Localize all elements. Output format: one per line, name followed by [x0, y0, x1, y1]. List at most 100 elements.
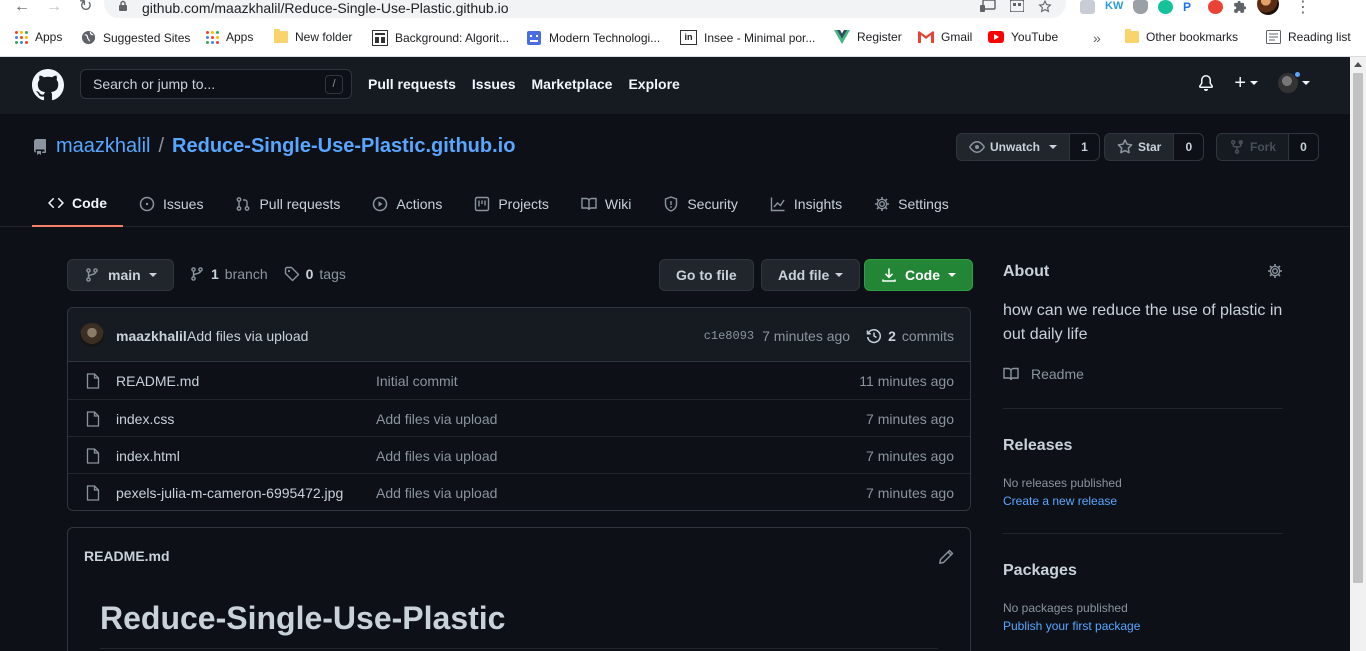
back-arrow-icon[interactable]: ← — [14, 0, 30, 15]
file-commit-message[interactable]: Add files via upload — [376, 448, 497, 464]
bell-icon[interactable] — [1198, 75, 1214, 91]
page-scrollbar[interactable] — [1350, 57, 1366, 651]
go-to-file-button[interactable]: Go to file — [659, 259, 754, 291]
file-commit-message[interactable]: Add files via upload — [376, 411, 497, 427]
file-row: index.css Add files via upload 7 minutes… — [68, 399, 970, 436]
commit-message[interactable]: Add files via upload — [187, 328, 308, 344]
shield-extension-icon[interactable] — [1133, 0, 1148, 14]
file-icon — [86, 448, 100, 464]
add-file-button[interactable]: Add file — [761, 259, 861, 291]
watch-count[interactable]: 1 — [1070, 133, 1101, 161]
tab-wiki[interactable]: Wiki — [565, 181, 647, 227]
code-download-button[interactable]: Code — [864, 259, 973, 291]
tag-icon — [284, 266, 300, 282]
fork-button[interactable]: Fork — [1216, 133, 1290, 161]
keywords-extension-icon[interactable]: KW — [1105, 0, 1123, 14]
repo-owner-link[interactable]: maazkhalil — [56, 135, 150, 158]
avatar[interactable] — [80, 323, 104, 347]
file-name-link[interactable]: README.md — [116, 373, 199, 389]
download-icon — [881, 267, 897, 283]
tab-insights[interactable]: Insights — [754, 181, 858, 227]
bookmark-new-folder[interactable]: New folder — [274, 29, 352, 44]
grammarly-icon[interactable] — [1158, 0, 1173, 14]
scrollbar-thumb[interactable] — [1353, 73, 1363, 583]
bookmark-apps-2[interactable]: Apps — [206, 30, 253, 44]
bookmark-insee[interactable]: in Insee - Minimal por... — [680, 30, 815, 45]
forward-arrow-icon[interactable]: → — [46, 0, 62, 15]
tab-projects[interactable]: Projects — [458, 181, 565, 227]
create-new-dropdown[interactable]: + — [1234, 73, 1258, 93]
chevron-down-icon — [1250, 81, 1258, 85]
file-name-link[interactable]: index.css — [116, 411, 174, 427]
create-release-link[interactable]: Create a new release — [1003, 494, 1117, 508]
bookmark-register[interactable]: Register — [834, 30, 902, 44]
github-logo-icon[interactable] — [32, 69, 64, 101]
readme-link[interactable]: Readme — [1003, 366, 1084, 382]
browser-toolbar: ← → ↻ github.com/maazkhalil/Reduce-Singl… — [0, 0, 1366, 20]
folder-icon — [1125, 29, 1139, 43]
commit-author[interactable]: maazkhalil — [116, 328, 187, 344]
unwatch-button[interactable]: Unwatch — [956, 133, 1071, 161]
commit-sha[interactable]: c1e8093 — [704, 329, 754, 343]
tab-issues[interactable]: Issues — [123, 181, 219, 227]
reading-list[interactable]: Reading list — [1266, 30, 1351, 44]
nav-issues[interactable]: Issues — [472, 76, 516, 92]
scroll-up-arrow-icon[interactable] — [1354, 62, 1362, 67]
robot-icon — [526, 30, 542, 46]
file-name-link[interactable]: pexels-julia-m-cameron-6995472.jpg — [116, 485, 343, 501]
repo-separator: / — [158, 135, 165, 157]
graph-icon — [770, 196, 786, 212]
tab-settings[interactable]: Settings — [858, 181, 965, 227]
releases-heading[interactable]: Releases — [1003, 437, 1072, 455]
puzzle-extensions-icon[interactable] — [1233, 0, 1247, 14]
tab-security[interactable]: Security — [647, 181, 754, 227]
reload-icon[interactable]: ↻ — [79, 0, 92, 15]
branch-select-button[interactable]: main — [67, 259, 174, 291]
bookmark-apps[interactable]: Apps — [15, 30, 62, 44]
bookmark-suggested-sites[interactable]: Suggested Sites — [81, 30, 190, 45]
extension-js-icon[interactable] — [1080, 0, 1095, 14]
chrome-menu-icon[interactable]: ⋮ — [1295, 0, 1311, 17]
file-name-link[interactable]: index.html — [116, 448, 180, 464]
tab-pull-requests[interactable]: Pull requests — [219, 181, 356, 227]
fork-count[interactable]: 0 — [1289, 133, 1320, 161]
bookmark-background-algorithm[interactable]: Background: Algorit... — [372, 30, 509, 46]
commits-link[interactable]: 2 commits — [866, 328, 954, 344]
gear-icon[interactable] — [1267, 263, 1283, 279]
bookmark-star-icon[interactable] — [1038, 0, 1052, 13]
bookmark-youtube[interactable]: YouTube — [988, 30, 1058, 44]
bookmarks-overflow-button[interactable]: » — [1093, 30, 1101, 46]
file-commit-message[interactable]: Initial commit — [376, 373, 458, 389]
packages-heading[interactable]: Packages — [1003, 562, 1077, 580]
search-input[interactable]: Search or jump to... / — [80, 69, 352, 99]
tab-code[interactable]: Code — [32, 181, 123, 227]
user-menu-dropdown[interactable] — [1278, 71, 1310, 93]
file-age: 7 minutes ago — [866, 411, 954, 427]
file-row: pexels-julia-m-cameron-6995472.jpg Add f… — [68, 473, 970, 510]
nav-pull-requests[interactable]: Pull requests — [368, 76, 456, 92]
flag-extension-icon[interactable]: P — [1183, 0, 1198, 14]
pencil-icon[interactable] — [938, 549, 954, 565]
bookmark-modern-technologies[interactable]: Modern Technologi... — [526, 30, 660, 46]
tags-link[interactable]: 0 tags — [284, 266, 346, 282]
eye-icon — [969, 139, 985, 155]
star-count[interactable]: 0 — [1174, 133, 1205, 161]
cast-icon[interactable] — [980, 0, 996, 13]
branches-link[interactable]: 1 branch — [189, 266, 268, 282]
star-button[interactable]: Star — [1104, 133, 1175, 161]
pull-request-icon — [235, 196, 251, 212]
latest-commit-row: maazkhalil Add files via upload c1e8093 … — [68, 308, 970, 362]
fork-icon — [1229, 139, 1245, 155]
tab-actions[interactable]: Actions — [356, 181, 458, 227]
repo-name-link[interactable]: Reduce-Single-Use-Plastic.github.io — [172, 135, 515, 158]
adblock-icon[interactable] — [1208, 0, 1223, 14]
address-bar[interactable]: github.com/maazkhalil/Reduce-Single-Use-… — [104, 0, 1066, 18]
profile-avatar[interactable] — [1257, 0, 1279, 15]
nav-marketplace[interactable]: Marketplace — [532, 76, 613, 92]
apps-grid-icon[interactable] — [1010, 0, 1024, 13]
other-bookmarks[interactable]: Other bookmarks — [1125, 29, 1238, 44]
bookmark-gmail[interactable]: Gmail — [918, 30, 972, 44]
publish-package-link[interactable]: Publish your first package — [1003, 619, 1140, 633]
file-commit-message[interactable]: Add files via upload — [376, 485, 497, 501]
nav-explore[interactable]: Explore — [628, 76, 679, 92]
